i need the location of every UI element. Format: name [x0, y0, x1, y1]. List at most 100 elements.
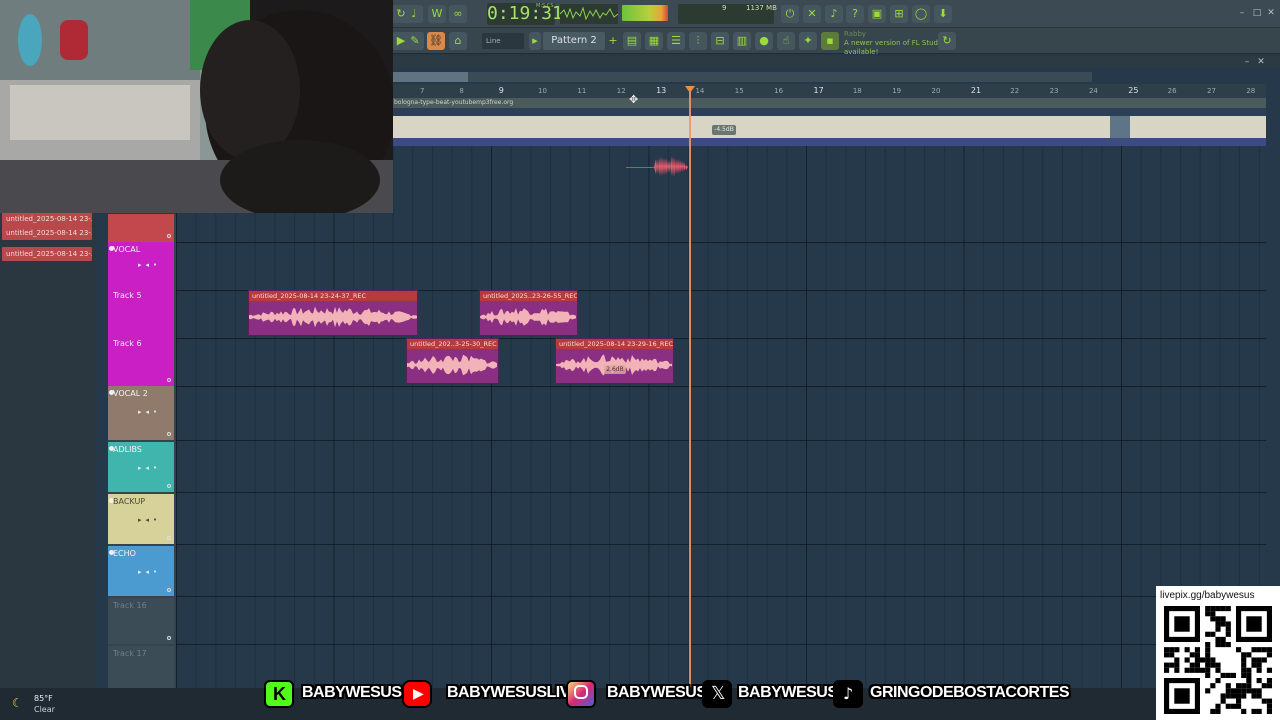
red-audio-clip[interactable] [654, 154, 688, 180]
track-header-vocal-2[interactable]: VOCAL 2 ▸◂• [108, 386, 174, 440]
ruler-mark: 14 [695, 87, 705, 95]
playlist-grid[interactable] [176, 146, 1266, 688]
track-led[interactable] [167, 234, 171, 238]
mic-icon[interactable]: ♪ [825, 5, 843, 23]
track-controls[interactable]: ▸◂• [138, 464, 161, 472]
track-led[interactable] [167, 536, 171, 540]
beat-waveform [392, 116, 1266, 138]
playlist-close-icon[interactable]: ✕ [1256, 57, 1266, 67]
track-header-adlibs[interactable]: ADLIBS ▸◂• [108, 442, 174, 492]
close-icon[interactable]: ✕ [1266, 8, 1276, 18]
clip-gain: 2.6dB [604, 365, 626, 374]
track-controls[interactable]: ▸◂• [138, 568, 161, 576]
track-led[interactable] [167, 588, 171, 592]
pattern-select[interactable]: Pattern 2 [543, 32, 605, 50]
browser-item[interactable]: untitled_2025-08-14 23-... [2, 247, 92, 261]
ruler-mark: 21 [970, 86, 982, 95]
mic-record-icon[interactable]: ● [755, 32, 773, 50]
scripts-icon[interactable]: ✦ [799, 32, 817, 50]
plugin-picker-icon[interactable]: ⊟ [711, 32, 729, 50]
chat-icon[interactable]: ◯ [912, 5, 930, 23]
track-led[interactable] [167, 636, 171, 640]
beat-waveform-gap [1110, 116, 1130, 138]
playlist-minimize-icon[interactable]: – [1242, 57, 1252, 67]
metronome-icon[interactable]: W [428, 5, 446, 23]
time-unit: M:S:CS [536, 3, 554, 9]
ruler-mark: 10 [538, 87, 547, 95]
x-icon: 𝕏 [702, 680, 732, 708]
lane-separator [176, 242, 1266, 243]
track-header-backup[interactable]: BACKUP ▸◂• [108, 494, 174, 544]
ruler-mark: 22 [1010, 87, 1020, 95]
link-tool-icon[interactable]: ⛓ [427, 32, 445, 50]
channel-rack-icon[interactable]: ☰ [667, 32, 685, 50]
snap-mode-select[interactable]: Line [482, 33, 524, 49]
minimize-icon[interactable]: – [1237, 8, 1247, 18]
vocal-clip[interactable]: untitled_2025-08-14 23-24-37_REC [248, 290, 418, 336]
vocal-clip[interactable]: untitled_2025-08-14 23-29-16_REC 2.6dB [555, 338, 674, 384]
news-icon[interactable]: ▪ [821, 32, 839, 50]
beat-clip-gain: -4.5dB [712, 125, 736, 135]
track-header-17[interactable]: Track 17 [108, 646, 174, 688]
ruler-mark: 23 [1049, 87, 1059, 95]
kick-handle: BABYWESUS [302, 684, 402, 701]
browser-item[interactable]: untitled_2025-08-14 23-... [2, 212, 92, 226]
news-text: A newer version of FL Studio is availabl… [844, 39, 952, 56]
track-header-top[interactable] [108, 214, 174, 242]
track-led[interactable] [167, 432, 171, 436]
kick-icon: K [264, 680, 294, 708]
horizontal-scrollbar[interactable] [392, 72, 1092, 82]
scrollbar-thumb[interactable] [392, 72, 468, 82]
mixer-window-icon[interactable]: ⫶ [689, 32, 707, 50]
ruler-mark: 11 [577, 87, 587, 95]
vocal-clip[interactable]: untitled_2025..23-26-55_REC [479, 290, 578, 336]
record-mode-icon[interactable]: ∞ [449, 5, 467, 23]
clip-title: untitled_202..3-25-30_REC [407, 339, 498, 349]
track-header-16[interactable]: Track 16 [108, 598, 174, 644]
touch-icon[interactable]: ☝ [777, 32, 795, 50]
power-icon[interactable]: ⏻ [781, 5, 799, 23]
file-browser: untitled_2025-08-14 23-... untitled_2025… [0, 212, 96, 688]
refresh-icon[interactable]: ↻ [938, 32, 956, 50]
lane-separator [176, 492, 1266, 493]
track-controls[interactable]: ▸◂• [138, 261, 161, 269]
playhead-line [689, 92, 691, 687]
x-handle: BABYWESUS [738, 684, 838, 701]
track-controls[interactable]: ▸◂• [138, 408, 161, 416]
playlist-icon[interactable]: ▤ [623, 32, 641, 50]
move-cursor-icon: ✥ [629, 93, 639, 106]
add-pattern-icon[interactable]: + [607, 33, 619, 49]
timeline-ruler[interactable]: 7 8 9 10 11 12 13 14 15 16 17 18 19 20 21 22 23 24 25 26 27 2… [392, 84, 1266, 98]
maximize-icon[interactable]: □ [1252, 8, 1262, 18]
browser-item[interactable]: untitled_2025-08-14 23-... [2, 226, 92, 240]
track-header-vocal[interactable]: VOCAL ▸◂• Track 5 Track 6 [108, 242, 174, 386]
tempo-icon[interactable]: ♩ [405, 5, 423, 23]
ruler-mark: 18 [852, 87, 862, 95]
track-controls[interactable]: ▸◂• [138, 516, 161, 524]
pattern-prev-icon[interactable]: ▸ [529, 32, 541, 50]
ruler-mark: 27 [1207, 87, 1216, 95]
help-icon[interactable]: ? [846, 5, 864, 23]
piano-roll-icon[interactable]: ▦ [645, 32, 663, 50]
beat-clip-footer [392, 138, 1266, 146]
lane-separator [176, 644, 1266, 645]
mixer-icon[interactable]: ✕ [803, 5, 821, 23]
instagram-icon [566, 680, 596, 708]
clip-waveform [407, 354, 497, 376]
track-header-echo[interactable]: ECHO ▸◂• [108, 546, 174, 596]
track-name: BACKUP [113, 497, 146, 506]
lane-separator [176, 440, 1266, 441]
track-led[interactable] [167, 378, 171, 382]
track-name: Track 16 [113, 601, 147, 610]
track-led[interactable] [167, 484, 171, 488]
draw-tool-icon[interactable]: ✎ [406, 32, 424, 50]
browser-icon[interactable]: ▥ [733, 32, 751, 50]
plugin-icon[interactable]: ⊞ [890, 5, 908, 23]
tiktok-handle: GRINGODEBOSTACORTES [870, 684, 1070, 701]
snap-icon[interactable]: ⌂ [449, 32, 467, 50]
vocal-clip[interactable]: untitled_202..3-25-30_REC [406, 338, 499, 384]
ruler-mark: 25 [1128, 86, 1139, 95]
download-icon[interactable]: ⬇ [934, 5, 952, 23]
track-name: VOCAL [113, 245, 141, 254]
save-icon[interactable]: ▣ [868, 5, 886, 23]
